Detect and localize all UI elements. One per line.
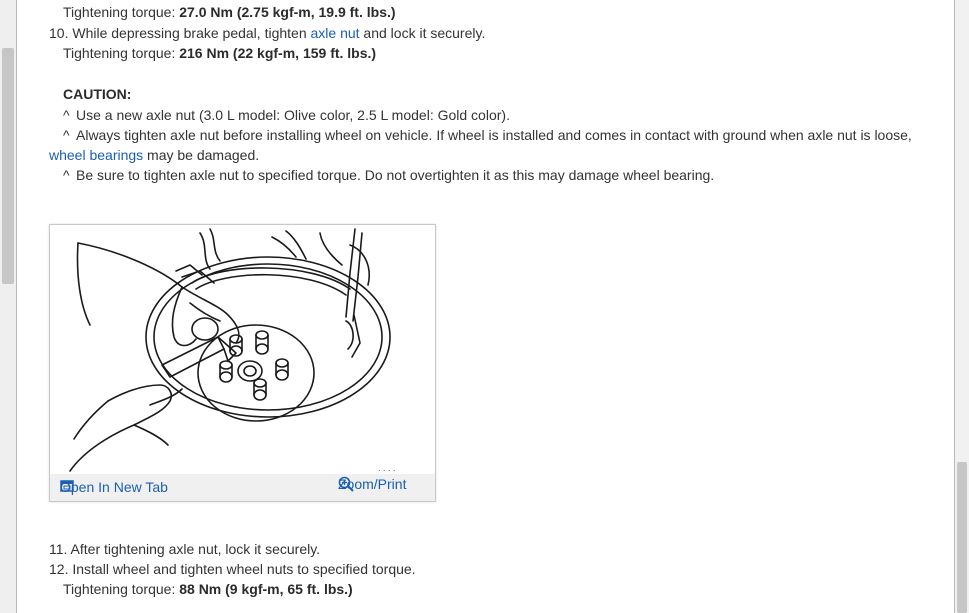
caution-text: Use a new axle nut (3.0 L model: Olive c… — [76, 107, 510, 123]
caution-heading: CAUTION: — [63, 85, 131, 103]
step-12: 12. Install wheel and tighten wheel nuts… — [49, 560, 416, 578]
torque-label: Tightening torque: — [63, 581, 180, 597]
bullet-caret: ^ — [63, 107, 70, 123]
open-in-new-tab-label: Open In New Tab — [60, 479, 168, 495]
axle-nut-tightening-illustration[interactable]: . . . . — [50, 225, 435, 473]
caution-text: Be sure to tighten axle nut to specified… — [76, 167, 715, 183]
axle-nut-link[interactable]: axle nut — [311, 25, 360, 41]
wheel-bearings-link[interactable]: wheel bearings — [49, 147, 143, 163]
caution-item-2-continued: wheel bearings may be damaged. — [49, 146, 259, 164]
axle-nut-illustration-figure: . . . . Open In New Tab Zoom/Print — [49, 224, 436, 502]
caution-item-2: ^ Always tighten axle nut before installi… — [63, 126, 912, 144]
open-in-new-tab-button[interactable]: Open In New Tab — [60, 479, 168, 495]
caution-title: CAUTION: — [63, 86, 132, 102]
right-scrollbar-thumb[interactable] — [957, 462, 967, 613]
open-in-new-tab-icon — [60, 480, 74, 492]
magnifier-zoom-icon — [338, 476, 354, 492]
document-page: Tightening torque: 27.0 Nm (2.75 kgf-m, … — [16, 0, 955, 613]
step-12-text: 12. Install wheel and tighten wheel nuts… — [49, 561, 416, 577]
figure-toolbar: Open In New Tab Zoom/Print — [50, 474, 435, 501]
caution-text: may be damaged. — [143, 147, 260, 163]
left-scrollbar-thumb[interactable] — [2, 48, 14, 284]
bullet-caret: ^ — [63, 127, 70, 143]
step-10-text: 10. While depressing brake pedal, tighte… — [49, 25, 311, 41]
caution-item-3: ^ Be sure to tighten axle nut to specifie… — [63, 166, 714, 184]
caution-text: Always tighten axle nut before installin… — [76, 127, 912, 143]
torque-spec-step-10: Tightening torque: 216 Nm (22 kgf-m, 159… — [63, 44, 376, 62]
torque-value: 27.0 Nm (2.75 kgf-m, 19.9 ft. lbs.) — [179, 4, 396, 20]
step-10-text-end: and lock it securely. — [359, 25, 486, 41]
step-10: 10. While depressing brake pedal, tighte… — [49, 24, 485, 42]
step-11-text: 11. After tightening axle nut, lock it s… — [49, 541, 321, 557]
zoom-print-button[interactable]: Zoom/Print — [338, 476, 406, 492]
torque-spec-step-12: Tightening torque: 88 Nm (9 kgf-m, 65 ft… — [63, 580, 353, 598]
torque-value: 216 Nm (22 kgf-m, 159 ft. lbs.) — [179, 45, 377, 61]
torque-label: Tightening torque: — [63, 4, 180, 20]
left-scrollbar[interactable] — [0, 0, 16, 613]
bullet-caret: ^ — [63, 167, 70, 183]
torque-spec-previous: Tightening torque: 27.0 Nm (2.75 kgf-m, … — [63, 3, 396, 21]
torque-label: Tightening torque: — [63, 45, 180, 61]
svg-text:. . . .: . . . . — [378, 463, 396, 473]
step-11: 11. After tightening axle nut, lock it s… — [49, 540, 320, 558]
right-scrollbar[interactable] — [955, 0, 969, 613]
caution-item-1: ^ Use a new axle nut (3.0 L model: Olive … — [63, 106, 510, 124]
torque-value: 88 Nm (9 kgf-m, 65 ft. lbs.) — [179, 581, 353, 597]
